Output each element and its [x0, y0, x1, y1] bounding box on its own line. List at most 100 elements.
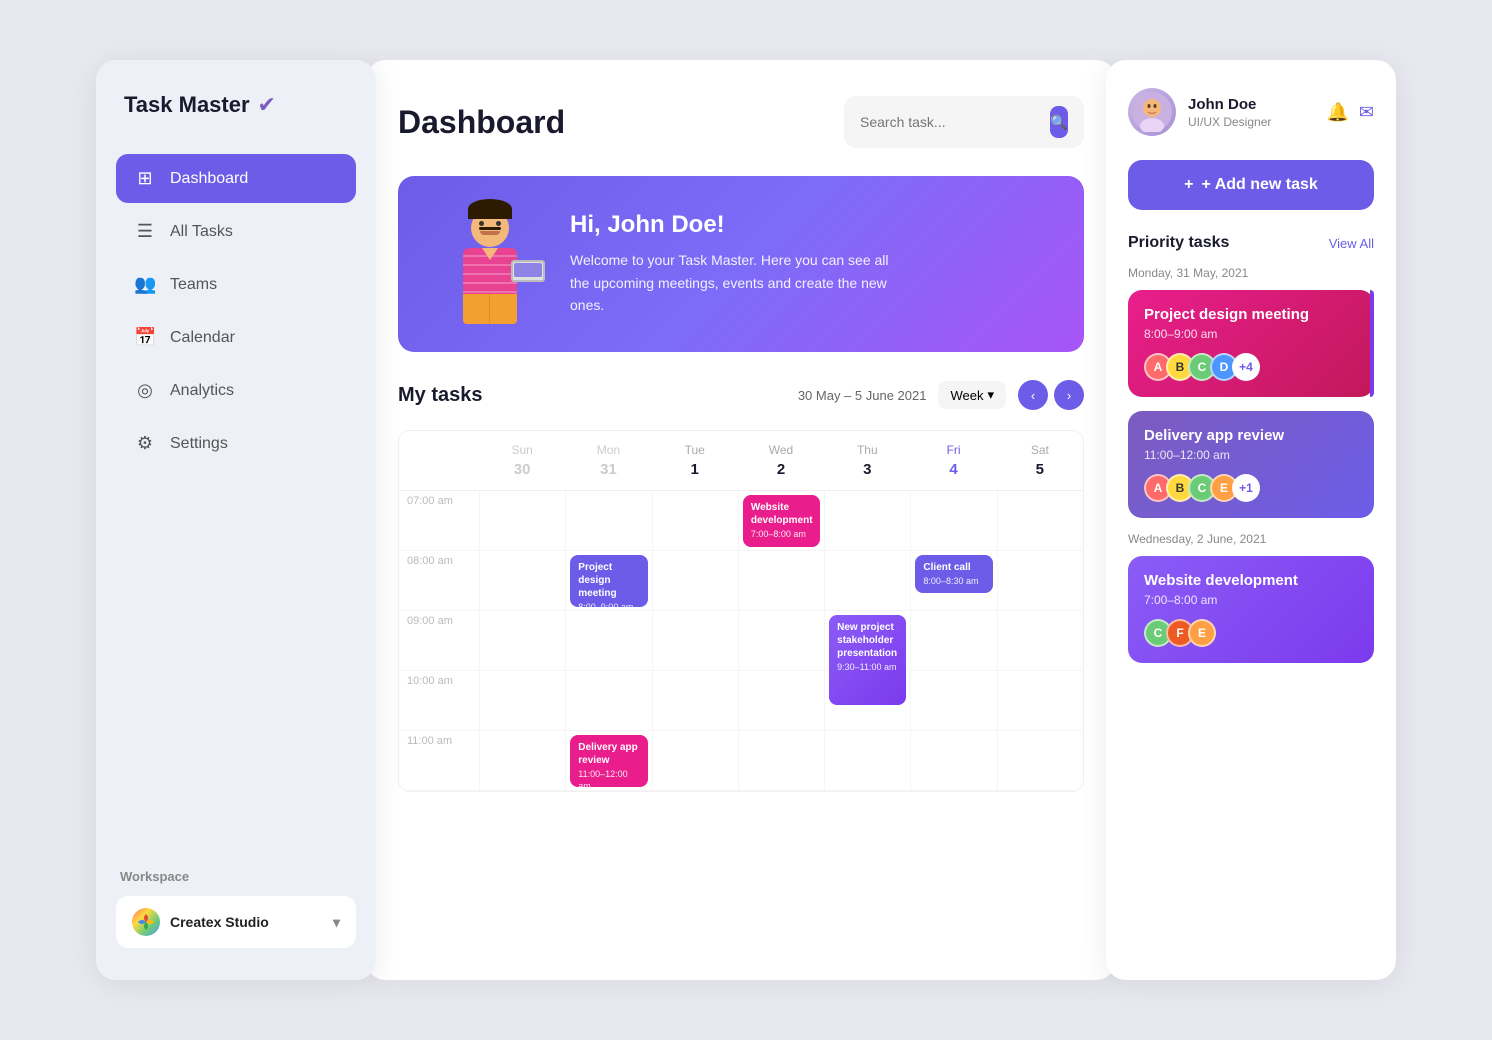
sidebar-item-all-tasks[interactable]: ☰ All Tasks: [116, 207, 356, 256]
prev-arrow[interactable]: ‹: [1018, 380, 1048, 410]
date-label-2: Wednesday, 2 June, 2021: [1128, 532, 1374, 546]
card-avatars-3: C F E: [1144, 619, 1358, 647]
settings-icon: ⚙: [134, 433, 156, 454]
day-header-tue: Tue 1: [652, 431, 738, 490]
priority-card-delivery-app[interactable]: Delivery app review 11:00–12:00 am A B C…: [1128, 411, 1374, 518]
sidebar-item-dashboard[interactable]: ⊞ Dashboard: [116, 154, 356, 203]
time-slot-10: 10:00 am: [399, 671, 479, 731]
plus-icon: +: [1184, 176, 1193, 194]
user-info: John Doe UI/UX Designer: [1188, 96, 1314, 129]
card-time-1: 8:00–9:00 am: [1144, 327, 1358, 341]
time-slot-9: 09:00 am: [399, 611, 479, 671]
chevron-down-icon: ▾: [333, 914, 340, 931]
message-icon[interactable]: ✉: [1359, 102, 1374, 123]
logo-icon: ✔: [258, 92, 276, 118]
priority-header: Priority tasks View All: [1128, 234, 1374, 252]
sidebar-item-label: All Tasks: [170, 223, 233, 241]
dashboard-icon: ⊞: [134, 168, 156, 189]
card-title-2: Delivery app review: [1144, 427, 1358, 444]
day-col-wed: Website development 7:00–8:00 am: [738, 491, 824, 791]
task-website-dev[interactable]: Website development 7:00–8:00 am: [743, 495, 820, 547]
date-range: 30 May – 5 June 2021: [798, 388, 927, 403]
tasks-controls: 30 May – 5 June 2021 Week ▾ ‹ ›: [798, 380, 1084, 410]
priority-card-project-design[interactable]: Project design meeting 8:00–9:00 am A B …: [1128, 290, 1374, 397]
calendar-header: Sun 30 Mon 31 Tue 1 Wed 2: [399, 431, 1083, 491]
add-task-label: + Add new task: [1202, 176, 1318, 194]
avatar-3-3: E: [1188, 619, 1216, 647]
banner-figure: [430, 204, 550, 324]
avatar-count-1: +4: [1232, 353, 1260, 381]
day-col-fri: Client call 8:00–8:30 am: [910, 491, 996, 791]
priority-title: Priority tasks: [1128, 234, 1229, 252]
main-header: Dashboard 🔍: [398, 96, 1084, 148]
workspace-label: Workspace: [116, 869, 356, 884]
banner-greeting: Hi, John Doe!: [570, 211, 890, 239]
task-project-design[interactable]: Project design meeting 8:00–9:00 am: [570, 555, 647, 607]
user-name: John Doe: [1188, 96, 1314, 113]
day-col-sun: [479, 491, 565, 791]
sidebar-item-label: Analytics: [170, 382, 234, 400]
card-time-2: 11:00–12:00 am: [1144, 448, 1358, 462]
week-selector[interactable]: Week ▾: [938, 381, 1006, 409]
tasks-section: My tasks 30 May – 5 June 2021 Week ▾ ‹ ›: [398, 380, 1084, 944]
next-arrow[interactable]: ›: [1054, 380, 1084, 410]
priority-card-website[interactable]: Website development 7:00–8:00 am C F E: [1128, 556, 1374, 663]
workspace-dropdown[interactable]: Createx Studio ▾: [116, 896, 356, 948]
day-col-thu: New project stakeholder presentation 9:3…: [824, 491, 910, 791]
card-time-3: 7:00–8:00 am: [1144, 593, 1358, 607]
sidebar-item-teams[interactable]: 👥 Teams: [116, 260, 356, 309]
day-col-mon: Project design meeting 8:00–9:00 am Deli…: [565, 491, 651, 791]
all-tasks-icon: ☰: [134, 221, 156, 242]
time-slot-11: 11:00 am: [399, 731, 479, 791]
day-header-sun: Sun 30: [479, 431, 565, 490]
week-label: Week: [950, 388, 983, 403]
workspace-name: Createx Studio: [170, 914, 269, 930]
banner-content: Hi, John Doe! Welcome to your Task Maste…: [570, 211, 890, 316]
priority-scroll: Monday, 31 May, 2021 Project design meet…: [1128, 262, 1374, 952]
welcome-banner: Hi, John Doe! Welcome to your Task Maste…: [398, 176, 1084, 352]
nav-arrows: ‹ ›: [1018, 380, 1084, 410]
day-col-tue: [652, 491, 738, 791]
main-panel: Dashboard 🔍: [366, 60, 1116, 980]
sidebar-item-label: Calendar: [170, 329, 235, 347]
app-name: Task Master: [124, 92, 250, 118]
sidebar-item-analytics[interactable]: ◎ Analytics: [116, 366, 356, 415]
add-task-button[interactable]: + + Add new task: [1128, 160, 1374, 210]
user-header: John Doe UI/UX Designer 🔔 ✉: [1128, 88, 1374, 136]
app-logo: Task Master ✔: [116, 92, 356, 118]
time-slot-7: 07:00 am: [399, 491, 479, 551]
right-panel: John Doe UI/UX Designer 🔔 ✉ + + Add new …: [1106, 60, 1396, 980]
tasks-title: My tasks: [398, 384, 483, 407]
card-title-3: Website development: [1144, 572, 1358, 589]
sidebar-item-settings[interactable]: ⚙ Settings: [116, 419, 356, 468]
user-role: UI/UX Designer: [1188, 115, 1314, 129]
sidebar-item-label: Dashboard: [170, 170, 248, 188]
day-header-mon: Mon 31: [565, 431, 651, 490]
search-input[interactable]: [860, 114, 1040, 130]
calendar-body: 07:00 am 08:00 am 09:00 am 10:00 am 11:0…: [399, 491, 1083, 791]
workspace-section: Workspace Createx Studio ▾: [116, 869, 356, 948]
sidebar-item-label: Teams: [170, 276, 217, 294]
workspace-icon: [132, 908, 160, 936]
card-avatars-1: A B C D +4: [1144, 353, 1358, 381]
notification-icon[interactable]: 🔔: [1326, 102, 1348, 123]
page-title: Dashboard: [398, 104, 565, 141]
view-all-link[interactable]: View All: [1329, 236, 1374, 251]
task-client-call[interactable]: Client call 8:00–8:30 am: [915, 555, 992, 593]
selector-chevron-icon: ▾: [987, 387, 994, 403]
day-header-sat: Sat 5: [997, 431, 1083, 490]
day-header-fri: Fri 4: [910, 431, 996, 490]
sidebar: Task Master ✔ ⊞ Dashboard ☰ All Tasks 👥 …: [96, 60, 376, 980]
time-slot-8: 08:00 am: [399, 551, 479, 611]
search-bar: 🔍: [844, 96, 1084, 148]
sidebar-item-calendar[interactable]: 📅 Calendar: [116, 313, 356, 362]
search-button[interactable]: 🔍: [1050, 106, 1068, 138]
task-delivery-app[interactable]: Delivery app review 11:00–12:00 am: [570, 735, 647, 787]
tasks-header: My tasks 30 May – 5 June 2021 Week ▾ ‹ ›: [398, 380, 1084, 410]
sidebar-item-label: Settings: [170, 435, 228, 453]
banner-description: Welcome to your Task Master. Here you ca…: [570, 249, 890, 316]
card-title-1: Project design meeting: [1144, 306, 1358, 323]
avatar: [1128, 88, 1176, 136]
calendar-icon: 📅: [134, 327, 156, 348]
avatar-count-2: +1: [1232, 474, 1260, 502]
